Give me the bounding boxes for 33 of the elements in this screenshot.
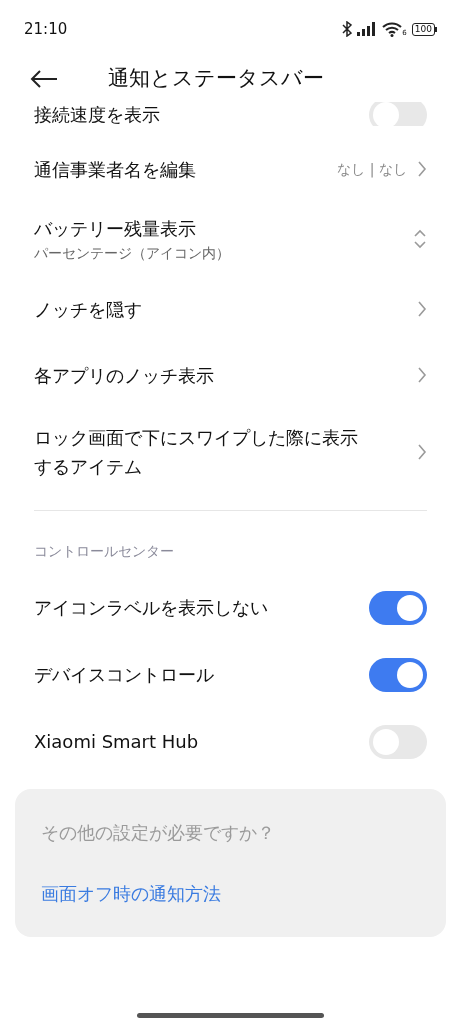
- back-arrow-icon[interactable]: [30, 70, 58, 88]
- toggle-switch[interactable]: [369, 657, 427, 692]
- settings-row[interactable]: 通信事業者名を編集 なし | なし: [34, 136, 427, 202]
- bluetooth-icon: [342, 21, 353, 37]
- chevron-right-icon: [417, 366, 427, 384]
- chevron-right-icon: [417, 160, 427, 178]
- status-time: 21:10: [24, 18, 68, 40]
- setting-value: パーセンテージ（アイコン内）: [34, 244, 230, 263]
- setting-label: Xiaomi Smart Hub: [34, 730, 199, 754]
- settings-row[interactable]: ロック画面で下にスワイプした際に表示するアイテム: [34, 408, 427, 496]
- setting-label: デバイスコントロール: [34, 663, 214, 687]
- settings-row[interactable]: バッテリー残量表示 パーセンテージ（アイコン内）: [34, 202, 427, 276]
- up-down-chevron-icon: [413, 228, 427, 250]
- setting-label: 接続速度を表示: [34, 103, 160, 126]
- wifi-icon: [382, 21, 403, 37]
- setting-value: なし | なし: [337, 159, 407, 180]
- notification-link[interactable]: 画面オフ時の通知方法: [41, 880, 420, 907]
- setting-label: バッテリー残量表示: [34, 217, 197, 241]
- setting-label: ノッチを隠す: [34, 297, 142, 322]
- setting-label: 各アプリのノッチ表示: [34, 363, 214, 388]
- setting-label: 通信事業者名を編集: [34, 157, 196, 182]
- chevron-right-icon: [417, 443, 427, 461]
- settings-row[interactable]: ノッチを隠す: [34, 276, 427, 342]
- toggle-switch[interactable]: [369, 590, 427, 625]
- card-question: その他の設定が必要ですか？: [41, 821, 276, 845]
- setting-label: ロック画面で下にスワイプした際に表示するアイテム: [34, 426, 359, 479]
- signal-icon: [357, 22, 378, 36]
- section-header: コントロールセンター: [34, 542, 175, 561]
- battery-indicator: 100: [411, 22, 437, 36]
- settings-row[interactable]: 各アプリのノッチ表示: [34, 342, 427, 408]
- setting-label: アイコンラベルを表示しない: [34, 596, 268, 620]
- page-title: 通知とステータスバー: [108, 65, 324, 93]
- chevron-right-icon: [417, 300, 427, 318]
